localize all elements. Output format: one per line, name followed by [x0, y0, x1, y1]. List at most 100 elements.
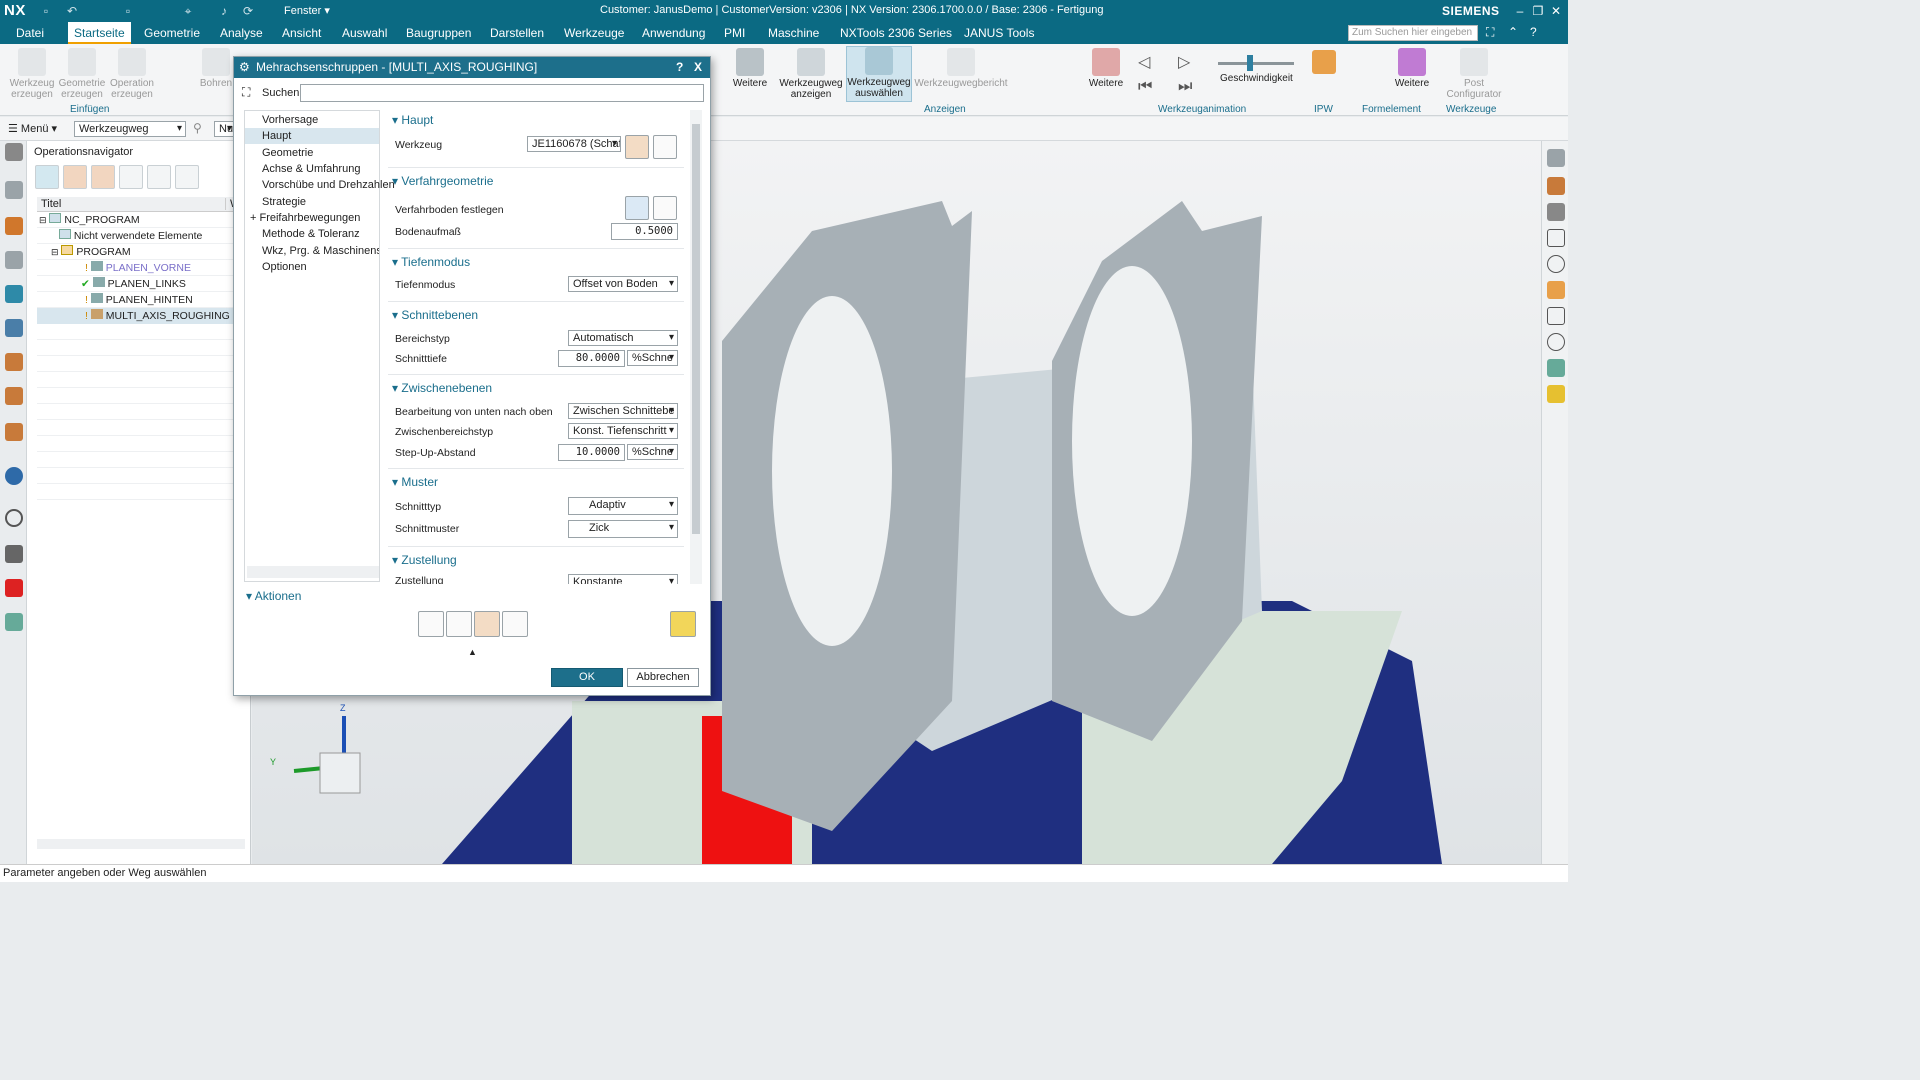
schnitttyp-dropdown[interactable]: Adaptiv — [568, 497, 678, 515]
tree-item-freifahrbewegungen[interactable]: + Freifahrbewegungen — [250, 212, 360, 224]
play-icon[interactable]: ▷ — [1178, 52, 1190, 72]
tree-row-program[interactable]: ⊟ PROGRAM — [37, 244, 245, 260]
speed-slider-handle[interactable] — [1247, 55, 1253, 71]
tab-janus-tools[interactable]: JANUS Tools — [958, 22, 1040, 44]
tab-maschine[interactable]: Maschine — [762, 22, 825, 44]
dialog-close-button[interactable]: X — [694, 57, 702, 78]
hd3d-tools-icon[interactable] — [5, 423, 23, 441]
play-icon[interactable] — [1547, 255, 1565, 273]
bearbeitung-dropdown[interactable]: Zwischen Schnittebe — [568, 403, 678, 419]
hide-icon[interactable] — [1547, 229, 1565, 247]
fullscreen-icon[interactable]: ⛶ — [1486, 25, 1494, 40]
tab-anwendung[interactable]: Anwendung — [636, 22, 711, 44]
schnitttiefe-unit-dropdown[interactable]: %Schne — [627, 350, 678, 366]
copy-icon[interactable]: ▫ — [120, 3, 136, 19]
process-studio-icon[interactable] — [5, 579, 23, 597]
werkzeugwegbericht-button[interactable]: Werkzeugwegbericht — [914, 48, 1008, 89]
cancel-button[interactable]: Abbrechen — [627, 668, 699, 687]
step-up-unit-dropdown[interactable]: %Schne — [627, 444, 678, 460]
history-icon[interactable] — [5, 509, 23, 527]
tree-item-optionen[interactable]: Optionen — [262, 261, 307, 273]
tree-horizontal-scrollbar[interactable] — [247, 566, 379, 578]
view-triad-cube[interactable] — [319, 752, 361, 794]
select-toolpath-icon[interactable] — [670, 611, 696, 637]
ipw-icon[interactable] — [1312, 50, 1336, 74]
operation-navigator-icon[interactable] — [5, 285, 23, 303]
dialog-help-button[interactable]: ? — [676, 57, 683, 78]
navigator-horizontal-scrollbar[interactable] — [37, 839, 245, 849]
filter-icon[interactable]: ⚲ — [193, 121, 202, 135]
command-search-input[interactable]: Zum Suchen hier eingeben — [1348, 25, 1478, 41]
tab-analyse[interactable]: Analyse — [214, 22, 269, 44]
machining-method-view-icon[interactable] — [119, 165, 143, 189]
machine-tool-view-icon[interactable] — [63, 165, 87, 189]
section-tiefenmodus[interactable]: Tiefenmodus — [392, 255, 470, 269]
werkzeug-erzeugen-button[interactable]: Werkzeug erzeugen — [8, 48, 56, 100]
tree-row-planen-links[interactable]: ✔ PLANEN_LINKS — [37, 276, 245, 292]
tree-row-nc-program[interactable]: ⊟ NC_PROGRAM — [37, 212, 245, 228]
generate-icon[interactable] — [418, 611, 444, 637]
close-icon[interactable]: ✕ — [1546, 2, 1566, 20]
section-zwischenebenen[interactable]: Zwischenebenen — [392, 381, 492, 395]
column-titel[interactable]: Titel — [41, 198, 61, 210]
tree-row-planen-hinten[interactable]: ! PLANEN_HINTEN — [37, 292, 245, 308]
tab-ansicht[interactable]: Ansicht — [276, 22, 327, 44]
zwischenbereichstyp-dropdown[interactable]: Konst. Tiefenschritt — [568, 423, 678, 439]
dialog-vertical-scrollbar[interactable] — [690, 110, 702, 584]
section-aktionen[interactable]: Aktionen — [246, 589, 302, 603]
tab-auswahl[interactable]: Auswahl — [336, 22, 393, 44]
geometry-view-icon[interactable] — [91, 165, 115, 189]
refresh-icon[interactable]: ⟳ — [240, 3, 256, 19]
speed-slider[interactable] — [1218, 62, 1294, 65]
tree-row-multi-axis-roughing[interactable]: ! MULTI_AXIS_ROUGHING — [37, 308, 245, 324]
collapse-ribbon-icon[interactable]: ⌃ — [1508, 25, 1518, 39]
tab-pmi[interactable]: PMI — [718, 22, 751, 44]
new-tool-icon[interactable] — [625, 135, 649, 159]
werkzeug-dropdown[interactable]: JE1160678 (Schaft — [527, 136, 621, 152]
geometrie-erzeugen-button[interactable]: Geometrie erzeugen — [58, 48, 106, 100]
tab-nxtools[interactable]: NXTools 2306 Series — [834, 22, 958, 44]
bohren-button[interactable]: Bohren — [196, 48, 236, 89]
undo-icon[interactable]: ↶ — [64, 3, 80, 19]
schnitttiefe-input[interactable]: 80.0000 — [558, 350, 625, 367]
settings-icon[interactable] — [5, 143, 23, 161]
web-browser-icon[interactable] — [5, 467, 23, 485]
tab-geometrie[interactable]: Geometrie — [138, 22, 206, 44]
help-icon[interactable]: ? — [1530, 25, 1537, 39]
restore-icon[interactable]: ❐ — [1528, 2, 1548, 20]
tab-datei[interactable]: Datei — [10, 22, 50, 44]
menu-button[interactable]: ☰ Menü ▾ — [8, 122, 57, 135]
create-program-icon[interactable] — [147, 165, 171, 189]
replay-icon[interactable] — [446, 611, 472, 637]
verify-icon[interactable] — [474, 611, 500, 637]
bereichstyp-dropdown[interactable]: Automatisch — [568, 330, 678, 346]
dialog-title-bar[interactable]: ⚙ Mehrachsenschruppen - [MULTI_AXIS_ROUG… — [234, 57, 710, 78]
edit-tool-icon[interactable] — [653, 135, 677, 159]
microphone-icon[interactable]: ♪ — [216, 3, 232, 19]
formelement-weitere-button[interactable]: Weitere — [1392, 48, 1432, 89]
werkzeugweg-auswaehlen-button[interactable]: Werkzeugweg auswählen — [846, 46, 912, 102]
weitere-button-1[interactable]: Weitere — [732, 48, 768, 89]
tree-item-geometrie[interactable]: Geometrie — [262, 147, 313, 159]
post-configurator-button[interactable]: Post Configurator — [1442, 48, 1506, 100]
bodenaufmass-input[interactable]: 0.5000 — [611, 223, 678, 240]
window-menu[interactable]: Fenster ▾ — [284, 4, 330, 17]
save-icon[interactable]: ▫ — [38, 3, 54, 19]
zustellung-dropdown[interactable]: Konstante — [568, 574, 678, 584]
reuse-library-icon[interactable] — [5, 387, 23, 405]
tree-item-wkz-prg[interactable]: Wkz, Prg. & Maschinenste — [262, 245, 379, 257]
measure-icon[interactable] — [1547, 307, 1565, 325]
geometry-icon[interactable] — [1547, 177, 1565, 195]
show-floor-icon[interactable] — [653, 196, 677, 220]
system-materials-icon[interactable] — [5, 545, 23, 563]
machine-tool-navigator-icon[interactable] — [5, 319, 23, 337]
section-muster[interactable]: Muster — [392, 475, 438, 489]
tree-item-achse[interactable]: Achse & Umfahrung — [262, 163, 360, 175]
roles-icon[interactable] — [5, 613, 23, 631]
program-order-view-icon[interactable] — [35, 165, 59, 189]
section-haupt[interactable]: Haupt — [392, 113, 433, 127]
operation-icon[interactable] — [1547, 149, 1565, 167]
tree-item-vorschuebe[interactable]: Vorschübe und Drehzahlen — [262, 179, 395, 191]
feature-navigator-icon[interactable] — [5, 353, 23, 371]
ok-button[interactable]: OK — [551, 668, 623, 687]
